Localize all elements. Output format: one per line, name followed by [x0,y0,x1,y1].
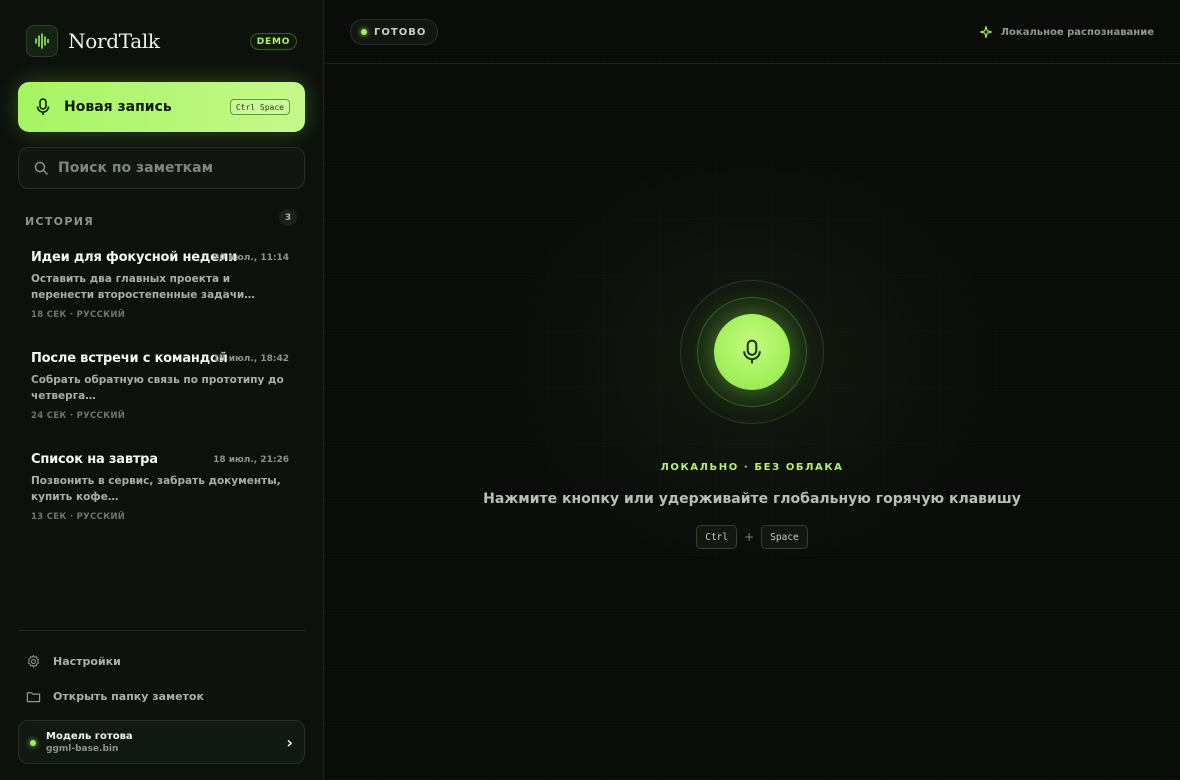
chevron-right-icon: › [286,733,293,752]
app-window: NordTalk DEMO Новая запись Ctrl Space По… [0,0,1180,780]
sparkle-icon [979,26,992,38]
note-title: Идеи для фокусной недели [31,250,238,265]
open-folder-link[interactable]: Открыть папку заметок [26,687,204,705]
status-text: ГОТОВО [374,26,427,38]
note-preview: Позвонить в сервис, забрать документы, к… [31,475,281,503]
search-icon [34,161,48,175]
note-preview: Собрать обратную связь по прототипу до ч… [31,374,284,402]
record-control [680,280,824,424]
search-box [18,147,305,189]
demo-badge: DEMO [250,33,297,50]
sidebar-divider [18,630,305,631]
record-button[interactable] [714,314,790,390]
note-meta: 13 СЕК · РУССКИЙ [31,512,126,522]
note-date: 19 июл., 18:42 [213,354,289,364]
key-plus: + [744,530,755,544]
history-count: 3 [279,209,297,226]
waveform-icon [26,25,58,57]
folder-icon [26,689,41,704]
new-recording-shortcut: Ctrl Space [229,99,290,115]
model-status-dot [30,740,36,746]
search-input[interactable] [58,160,288,176]
note-title: После встречи с командой [31,351,228,366]
key-space: Space [761,525,808,549]
app-name: NordTalk [68,29,160,53]
privacy-tagline: ЛОКАЛЬНО · БЕЗ ОБЛАКА [660,462,844,473]
history-item[interactable]: После встречи с командой 19 июл., 18:42 … [18,345,305,437]
model-status-title: Модель готова [46,731,133,742]
note-date: 18 июл., 21:26 [213,455,289,465]
sidebar: NordTalk DEMO Новая запись Ctrl Space По… [0,0,324,780]
hotkey-hint: Ctrl + Space [324,525,1180,549]
history-item[interactable]: Список на завтра 18 июл., 21:26 Позвонит… [18,446,305,538]
model-status-card[interactable]: Модель готова ggml-base.bin › [18,720,305,764]
settings-label: Настройки [53,654,121,668]
history-title: ИСТОРИЯ [25,215,94,228]
status-dot [361,29,367,35]
top-bar: ГОТОВО Локальное распознавание [324,0,1180,64]
main-panel: ГОТОВО Локальное распознавание ЛОКАЛЬНО … [324,0,1180,780]
gear-icon [26,654,41,669]
open-folder-label: Открыть папку заметок [53,689,204,703]
note-title: Список на завтра [31,452,158,467]
note-meta: 24 СЕК · РУССКИЙ [31,411,126,421]
recognition-mode: Локальное распознавание [979,24,1154,40]
record-hint: Нажмите кнопку или удерживайте глобальну… [483,491,1021,507]
key-ctrl: Ctrl [696,525,738,549]
note-date: 20 июл., 11:14 [213,253,289,263]
brand: NordTalk [26,25,160,57]
note-preview: Оставить два главных проекта и перенести… [31,273,255,301]
status-badge: ГОТОВО [350,19,439,45]
model-file-name: ggml-base.bin [46,744,119,754]
history-item[interactable]: Идеи для фокусной недели 20 июл., 11:14 … [18,244,305,336]
microphone-icon [36,98,50,116]
recognition-mode-label: Локальное распознавание [1000,26,1154,38]
settings-link[interactable]: Настройки [26,652,121,670]
new-recording-button[interactable]: Новая запись Ctrl Space [18,82,305,132]
history-header: ИСТОРИЯ 3 [25,209,297,228]
new-recording-label: Новая запись [64,99,172,115]
microphone-icon [742,339,762,365]
note-meta: 18 СЕК · РУССКИЙ [31,310,126,320]
